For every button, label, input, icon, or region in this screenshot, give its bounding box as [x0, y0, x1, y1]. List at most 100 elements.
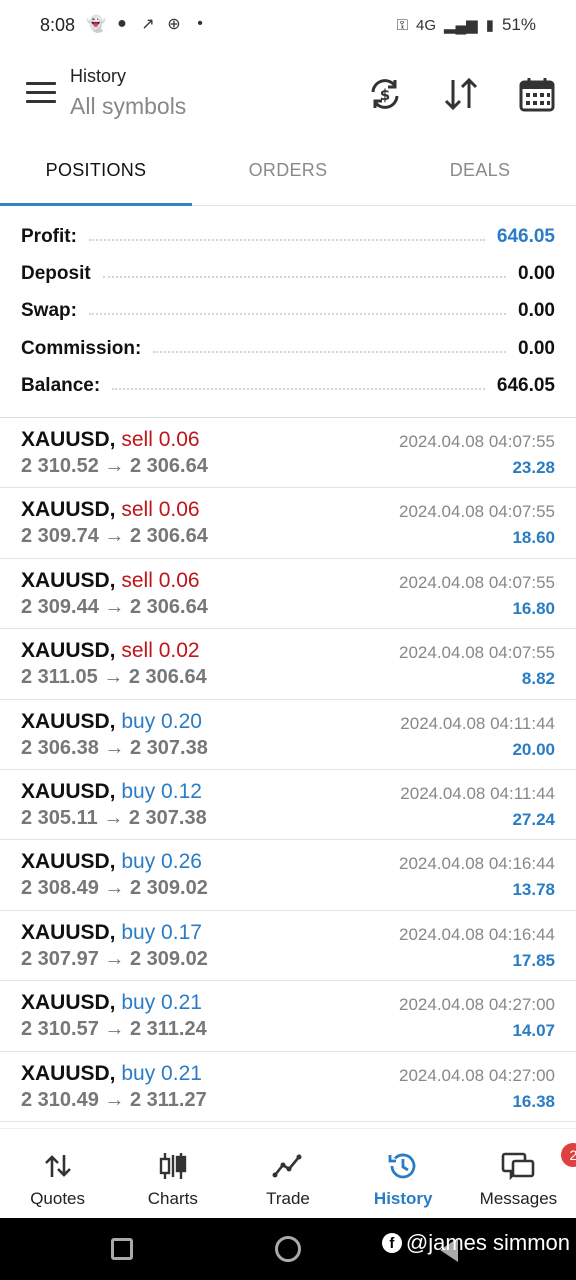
position-row[interactable]: XAUUSD, sell 0.06 2 309.74 → 2 306.64 20…	[0, 488, 576, 559]
position-row[interactable]: XAUUSD, buy 0.12 2 305.11 → 2 307.38 202…	[0, 770, 576, 841]
position-profit: 17.85	[512, 950, 555, 970]
arrow-icon: →	[104, 947, 125, 970]
dotted-leader	[102, 275, 507, 278]
close-price: 2 309.02	[129, 877, 208, 900]
history-icon	[386, 1149, 420, 1183]
close-price: 2 306.64	[128, 666, 207, 689]
position-row[interactable]: XAUUSD, buy 0.20 2 306.38 → 2 307.38 202…	[0, 700, 576, 770]
nav-trade[interactable]: Trade	[230, 1129, 345, 1218]
watermark-text: @james simmon	[405, 1230, 570, 1255]
nav-messages[interactable]: 2 Messages	[461, 1129, 576, 1218]
position-row[interactable]: XAUUSD, sell 0.06 2 310.52 → 2 306.64 20…	[0, 418, 576, 489]
open-price: 2 309.74	[21, 525, 99, 548]
open-price: 2 305.11	[21, 806, 98, 829]
status-bar: 8:08 👻 ● ↗ ⊕ • ⚿ 4G ▂▄▆ ▮ 51%	[0, 0, 576, 54]
nav-charts[interactable]: Charts	[115, 1129, 230, 1218]
status-time: 8:08	[40, 15, 76, 35]
menu-icon[interactable]	[26, 82, 56, 106]
open-price: 2 308.49	[21, 877, 99, 900]
nav-quotes[interactable]: Quotes	[0, 1129, 115, 1218]
position-symbol: XAUUSD,	[21, 1061, 116, 1085]
position-profit: 16.38	[512, 1091, 555, 1111]
svg-text:$: $	[380, 86, 390, 104]
dotted-leader	[153, 350, 507, 353]
nav-label: Quotes	[30, 1189, 85, 1208]
summary-balance: Balance: 646.05	[0, 367, 576, 404]
summary-profit: Profit: 646.05	[0, 218, 576, 255]
position-side-volume: sell 0.06	[121, 428, 200, 451]
sort-icon[interactable]	[441, 74, 481, 114]
position-side-volume: buy 0.21	[121, 991, 202, 1015]
close-price: 2 307.38	[128, 806, 207, 829]
missed-call-icon: ↗	[141, 16, 155, 33]
messages-icon: 2	[501, 1143, 576, 1183]
dotted-leader	[112, 387, 485, 390]
home-button[interactable]	[275, 1236, 301, 1262]
open-price: 2 310.49	[21, 1088, 99, 1111]
position-time: 2024.04.08 04:16:44	[399, 854, 555, 874]
position-profit: 14.07	[512, 1021, 555, 1041]
position-profit: 13.78	[512, 880, 555, 900]
position-profit: 27.24	[512, 809, 555, 829]
trade-icon	[271, 1149, 305, 1183]
close-price: 2 306.64	[129, 595, 208, 618]
close-price: 2 307.38	[129, 736, 208, 759]
arrow-icon: →	[104, 736, 125, 759]
arrow-icon: →	[104, 455, 125, 477]
position-side-volume: buy 0.20	[121, 709, 202, 733]
position-side-volume: buy 0.12	[121, 779, 202, 803]
battery-level: 51%	[501, 15, 536, 34]
open-price: 2 310.57	[21, 1018, 99, 1041]
position-row[interactable]: XAUUSD, sell 0.06 2 309.44 → 2 306.64 20…	[0, 559, 576, 630]
summary-value: 0.00	[518, 300, 555, 322]
summary-swap: Swap: 0.00	[0, 293, 576, 330]
position-time: 2024.04.08 04:07:55	[399, 432, 555, 451]
position-side-volume: sell 0.06	[121, 498, 200, 522]
position-time: 2024.04.08 04:07:55	[399, 643, 555, 663]
recents-button[interactable]	[111, 1238, 133, 1260]
close-price: 2 311.24	[129, 1018, 207, 1041]
bottom-navigation: Quotes Charts Trade History 2 Messages	[0, 1128, 576, 1218]
nav-history[interactable]: History	[346, 1129, 461, 1218]
snapchat-icon: 👻	[86, 16, 106, 33]
title-block: History All symbols	[70, 66, 186, 120]
tab-deals[interactable]: DEALS	[384, 144, 576, 205]
position-symbol: XAUUSD,	[21, 568, 116, 592]
watermark: f @james simmon	[381, 1230, 570, 1256]
position-time: 2024.04.08 04:07:55	[399, 572, 555, 592]
tab-orders[interactable]: ORDERS	[192, 144, 384, 205]
position-row[interactable]: XAUUSD, sell 0.02 2 311.05 → 2 306.64 20…	[0, 629, 576, 700]
position-symbol: XAUUSD,	[21, 639, 116, 663]
dot-icon: •	[197, 15, 203, 32]
position-row[interactable]: XAUUSD, buy 0.26 2 308.49 → 2 309.02 202…	[0, 840, 576, 911]
network-type: 4G	[415, 16, 436, 34]
nav-label: Messages	[479, 1189, 558, 1208]
open-price: 2 306.38	[21, 736, 99, 759]
calendar-icon[interactable]	[517, 74, 557, 114]
symbol-filter[interactable]: All symbols	[70, 93, 186, 120]
summary-value: 0.00	[518, 262, 555, 284]
close-price: 2 306.64	[129, 525, 208, 548]
summary-label: Deposit	[21, 262, 91, 284]
dotted-leader	[88, 238, 485, 241]
system-navigation-bar: f @james simmon	[0, 1218, 576, 1280]
position-row[interactable]: XAUUSD, buy 0.21 2 310.49 → 2 311.27 202…	[0, 1052, 576, 1122]
open-price: 2 309.44	[21, 595, 99, 618]
dotted-leader	[88, 313, 507, 316]
positions-list: XAUUSD, sell 0.06 2 310.52 → 2 306.64 20…	[0, 418, 576, 1122]
position-side-volume: buy 0.26	[121, 850, 202, 874]
app-header: History All symbols $	[0, 54, 576, 144]
tab-positions[interactable]: POSITIONS	[0, 144, 192, 206]
position-time: 2024.04.08 04:27:00	[399, 995, 555, 1015]
open-price: 2 310.52	[21, 455, 99, 477]
unread-badge: 2	[561, 1143, 576, 1167]
arrow-icon: →	[104, 1088, 125, 1111]
sync-icon[interactable]: $	[365, 74, 405, 114]
position-row[interactable]: XAUUSD, buy 0.17 2 307.97 → 2 309.02 202…	[0, 911, 576, 982]
summary-value: 646.05	[496, 225, 555, 247]
key-icon: ⚿	[396, 16, 408, 34]
close-price: 2 309.02	[129, 947, 208, 970]
position-symbol: XAUUSD,	[21, 991, 116, 1015]
position-row[interactable]: XAUUSD, buy 0.21 2 310.57 → 2 311.24 202…	[0, 981, 576, 1052]
history-tabs: POSITIONS ORDERS DEALS	[0, 144, 576, 206]
